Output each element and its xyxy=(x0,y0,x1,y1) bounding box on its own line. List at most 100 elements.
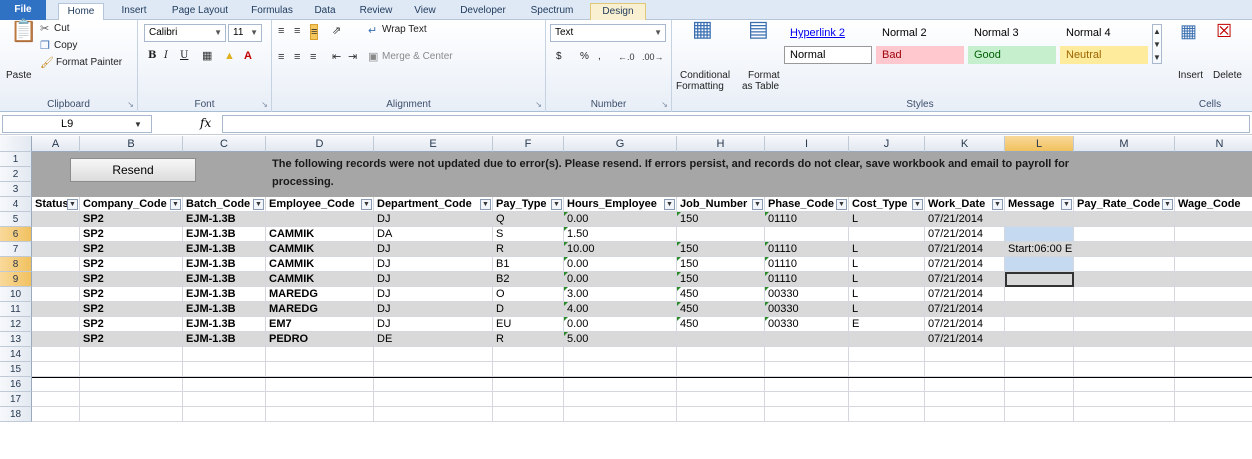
table-cell[interactable]: 07/21/2014 xyxy=(925,212,1005,227)
table-cell[interactable] xyxy=(765,227,849,242)
row-header-1[interactable]: 1 xyxy=(0,152,32,167)
tab-view[interactable]: View xyxy=(406,3,444,20)
align-right-icon[interactable]: ≡ xyxy=(310,50,316,64)
empty-cell[interactable] xyxy=(1175,407,1252,422)
empty-cell[interactable] xyxy=(183,347,266,362)
table-cell[interactable]: DJ xyxy=(374,257,493,272)
align-left-icon[interactable]: ≡ xyxy=(278,50,284,64)
table-cell[interactable]: 00330 xyxy=(765,317,849,332)
row-header-12[interactable]: 12 xyxy=(0,317,32,332)
table-cell[interactable] xyxy=(1074,302,1175,317)
table-cell[interactable]: 07/21/2014 xyxy=(925,317,1005,332)
empty-cell[interactable] xyxy=(564,362,677,377)
table-cell[interactable]: 07/21/2014 xyxy=(925,257,1005,272)
font-size-select[interactable]: 11 ▼ xyxy=(228,24,262,42)
empty-cell[interactable] xyxy=(677,362,765,377)
table-cell[interactable]: 150 xyxy=(677,257,765,272)
table-cell[interactable]: EJM-1.3B xyxy=(183,272,266,287)
row-header-16[interactable]: 16 xyxy=(0,377,32,392)
empty-cell[interactable] xyxy=(1175,392,1252,407)
table-cell[interactable]: EU xyxy=(493,317,564,332)
dialog-launcher-icon[interactable]: ↘ xyxy=(535,100,542,109)
empty-cell[interactable] xyxy=(32,347,80,362)
currency-button[interactable]: $ xyxy=(556,51,562,62)
table-cell[interactable]: 07/21/2014 xyxy=(925,272,1005,287)
insert-cells-button[interactable]: Insert xyxy=(1178,70,1203,81)
table-cell[interactable] xyxy=(1074,287,1175,302)
table-cell[interactable]: D xyxy=(493,302,564,317)
table-cell[interactable]: DJ xyxy=(374,302,493,317)
column-header-c[interactable]: C xyxy=(183,136,266,152)
table-cell[interactable] xyxy=(1175,257,1252,272)
table-cell[interactable]: 07/21/2014 xyxy=(925,227,1005,242)
row-header-11[interactable]: 11 xyxy=(0,302,32,317)
decrease-indent-icon[interactable]: ⇤ xyxy=(332,50,341,64)
filter-dropdown-icon[interactable]: ▼ xyxy=(361,199,372,210)
table-cell[interactable] xyxy=(677,227,765,242)
empty-cell[interactable] xyxy=(564,377,677,392)
table-cell[interactable]: L xyxy=(849,287,925,302)
insert-function-button[interactable]: fx xyxy=(200,116,211,130)
table-cell[interactable] xyxy=(32,302,80,317)
table-cell[interactable] xyxy=(32,317,80,332)
table-cell[interactable]: 150 xyxy=(677,272,765,287)
empty-cell[interactable] xyxy=(1074,392,1175,407)
table-cell[interactable]: EM7 xyxy=(266,317,374,332)
column-header-k[interactable]: K xyxy=(925,136,1005,152)
delete-cells-button[interactable]: Delete xyxy=(1213,70,1242,81)
empty-cell[interactable] xyxy=(849,392,925,407)
empty-cell[interactable] xyxy=(1074,362,1175,377)
increase-decimal-icon[interactable]: ←.0 xyxy=(618,50,635,64)
table-cell[interactable]: 4.00 xyxy=(564,302,677,317)
table-cell[interactable]: SP2 xyxy=(80,227,183,242)
empty-cell[interactable] xyxy=(1175,347,1252,362)
dialog-launcher-icon[interactable]: ↘ xyxy=(127,100,134,109)
table-cell[interactable]: 0.00 xyxy=(564,257,677,272)
table-cell[interactable] xyxy=(1074,332,1175,347)
merge-center-button[interactable]: Merge & Center xyxy=(382,51,453,62)
table-cell[interactable]: S xyxy=(493,227,564,242)
empty-cell[interactable] xyxy=(925,377,1005,392)
empty-cell[interactable] xyxy=(493,392,564,407)
table-cell[interactable]: 07/21/2014 xyxy=(925,302,1005,317)
column-header-d[interactable]: D xyxy=(266,136,374,152)
empty-cell[interactable] xyxy=(564,347,677,362)
table-cell[interactable] xyxy=(1074,212,1175,227)
comma-button[interactable]: , xyxy=(598,51,601,62)
table-cell[interactable]: EJM-1.3B xyxy=(183,227,266,242)
row-header-18[interactable]: 18 xyxy=(0,407,32,422)
paste-button[interactable]: Paste xyxy=(6,70,32,81)
table-cell[interactable]: SP2 xyxy=(80,242,183,257)
empty-cell[interactable] xyxy=(1005,347,1074,362)
filter-dropdown-icon[interactable]: ▼ xyxy=(67,199,78,210)
empty-cell[interactable] xyxy=(374,362,493,377)
copy-button[interactable]: Copy xyxy=(54,40,77,51)
table-cell[interactable] xyxy=(1074,242,1175,257)
select-all-corner[interactable] xyxy=(0,136,32,152)
empty-cell[interactable] xyxy=(765,377,849,392)
table-cell[interactable] xyxy=(32,272,80,287)
row-header-14[interactable]: 14 xyxy=(0,347,32,362)
table-cell[interactable] xyxy=(1005,227,1074,242)
filter-dropdown-icon[interactable]: ▼ xyxy=(664,199,675,210)
empty-cell[interactable] xyxy=(1005,362,1074,377)
empty-cell[interactable] xyxy=(1005,392,1074,407)
table-cell[interactable]: EJM-1.3B xyxy=(183,302,266,317)
empty-cell[interactable] xyxy=(493,362,564,377)
table-cell[interactable]: 07/21/2014 xyxy=(925,287,1005,302)
empty-cell[interactable] xyxy=(183,407,266,422)
empty-cell[interactable] xyxy=(564,392,677,407)
column-header-i[interactable]: I xyxy=(765,136,849,152)
table-cell[interactable] xyxy=(266,212,374,227)
filter-dropdown-icon[interactable]: ▼ xyxy=(253,199,264,210)
empty-cell[interactable] xyxy=(925,362,1005,377)
tab-formulas[interactable]: Formulas xyxy=(244,3,300,20)
name-box[interactable]: L9 xyxy=(2,115,152,133)
empty-cell[interactable] xyxy=(80,392,183,407)
table-cell[interactable] xyxy=(1005,317,1074,332)
styles-scroll-icon[interactable]: ▲ ▼ ▼ xyxy=(1152,24,1162,64)
empty-cell[interactable] xyxy=(374,407,493,422)
column-header-f[interactable]: F xyxy=(493,136,564,152)
style-normal-3[interactable]: Normal 3 xyxy=(968,24,1058,42)
name-box-dropdown-icon[interactable]: ▼ xyxy=(134,118,142,132)
